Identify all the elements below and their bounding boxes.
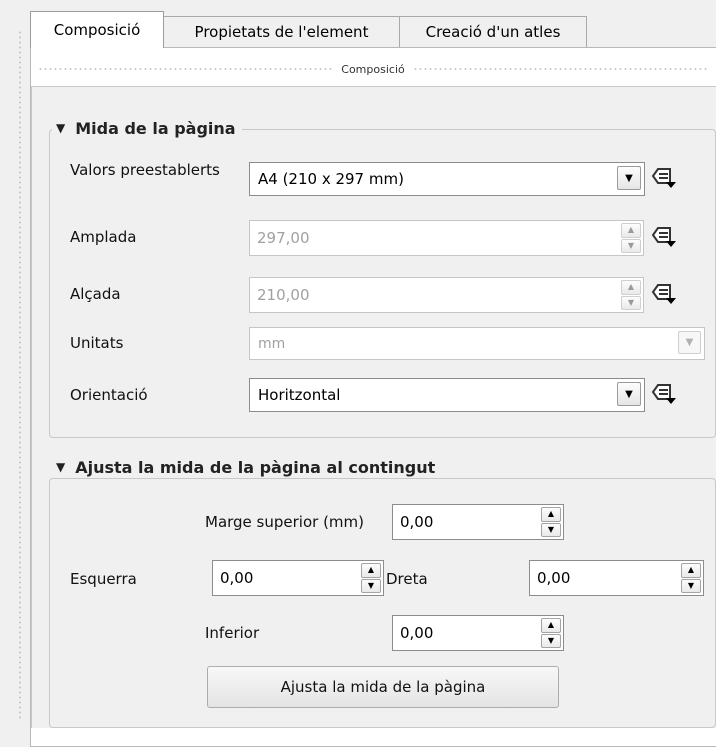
presets-value: A4 (210 x 297 mm) bbox=[258, 170, 404, 188]
panel-title: Composició bbox=[341, 62, 405, 76]
page-size-group-title: Mida de la pàgina bbox=[75, 118, 236, 138]
arrow-up-icon[interactable]: ▲ bbox=[621, 223, 641, 238]
panel-header: Composició bbox=[30, 60, 716, 78]
chevron-down-icon[interactable]: ▼ bbox=[617, 166, 641, 190]
units-label: Unitats bbox=[70, 334, 124, 352]
units-combo[interactable]: mm ▼ bbox=[249, 327, 705, 360]
triangle-down-icon: ▼ bbox=[56, 460, 66, 474]
tab-item-properties-label: Propietats de l'element bbox=[194, 23, 369, 41]
height-value: 210,00 bbox=[257, 286, 310, 304]
left-margin-value: 0,00 bbox=[220, 569, 254, 587]
data-defined-override-icon[interactable] bbox=[650, 165, 678, 191]
bottom-margin-label: Inferior bbox=[205, 624, 260, 642]
dock-grip[interactable] bbox=[17, 30, 23, 720]
right-margin-label: Dreta bbox=[386, 570, 428, 588]
arrow-up-icon[interactable]: ▲ bbox=[541, 618, 561, 633]
units-value: mm bbox=[258, 335, 286, 352]
top-margin-value: 0,00 bbox=[400, 513, 434, 531]
fit-page-group-title: Ajusta la mida de la pàgina al contingut bbox=[75, 457, 436, 477]
fit-page-button[interactable]: Ajusta la mida de la pàgina bbox=[207, 666, 559, 708]
arrow-up-icon[interactable]: ▲ bbox=[681, 563, 701, 578]
arrow-down-icon[interactable]: ▼ bbox=[681, 578, 701, 593]
orientation-value: Horitzontal bbox=[258, 386, 341, 404]
arrow-up-icon[interactable]: ▲ bbox=[621, 280, 641, 295]
data-defined-override-icon[interactable] bbox=[650, 281, 678, 307]
tab-atlas-generation-label: Creació d'un atles bbox=[425, 23, 561, 41]
width-spinbox[interactable]: 297,00 ▲ ▼ bbox=[249, 220, 644, 256]
orientation-label: Orientació bbox=[70, 386, 148, 404]
right-margin-value: 0,00 bbox=[537, 569, 571, 587]
chevron-down-icon[interactable]: ▼ bbox=[617, 382, 641, 406]
data-defined-override-icon[interactable] bbox=[650, 224, 678, 250]
chevron-down-icon[interactable]: ▼ bbox=[678, 331, 701, 354]
fit-page-button-label: Ajusta la mida de la pàgina bbox=[280, 678, 486, 696]
arrow-down-icon[interactable]: ▼ bbox=[621, 238, 641, 253]
arrow-up-icon[interactable]: ▲ bbox=[361, 563, 381, 578]
tab-atlas-generation[interactable]: Creació d'un atles bbox=[399, 16, 587, 47]
bottom-margin-spinbox[interactable]: 0,00 ▲ ▼ bbox=[392, 615, 564, 651]
width-value: 297,00 bbox=[257, 229, 310, 247]
tab-composition-label: Composició bbox=[53, 21, 141, 39]
width-label: Amplada bbox=[70, 228, 137, 246]
presets-combo[interactable]: A4 (210 x 297 mm) ▼ bbox=[249, 162, 645, 196]
arrow-up-icon[interactable]: ▲ bbox=[541, 507, 561, 522]
top-margin-spinbox[interactable]: 0,00 ▲ ▼ bbox=[392, 504, 564, 540]
arrow-down-icon[interactable]: ▼ bbox=[541, 633, 561, 648]
arrow-down-icon[interactable]: ▼ bbox=[361, 578, 381, 593]
presets-label: Valors preestablerts bbox=[70, 161, 220, 179]
arrow-down-icon[interactable]: ▼ bbox=[541, 522, 561, 537]
left-margin-spinbox[interactable]: 0,00 ▲ ▼ bbox=[212, 560, 384, 596]
tab-composition[interactable]: Composició bbox=[30, 11, 164, 48]
arrow-down-icon[interactable]: ▼ bbox=[621, 295, 641, 310]
left-margin-label: Esquerra bbox=[70, 570, 137, 588]
orientation-combo[interactable]: Horitzontal ▼ bbox=[249, 378, 645, 412]
fit-page-group-header[interactable]: ▼ Ajusta la mida de la pàgina al conting… bbox=[52, 456, 442, 478]
data-defined-override-icon[interactable] bbox=[650, 381, 678, 407]
height-spinbox[interactable]: 210,00 ▲ ▼ bbox=[249, 277, 644, 313]
triangle-down-icon: ▼ bbox=[56, 121, 66, 135]
height-label: Alçada bbox=[70, 285, 121, 303]
page-size-group-header[interactable]: ▼ Mida de la pàgina bbox=[52, 117, 242, 139]
bottom-margin-value: 0,00 bbox=[400, 624, 434, 642]
right-margin-spinbox[interactable]: 0,00 ▲ ▼ bbox=[529, 560, 704, 596]
top-margin-label: Marge superior (mm) bbox=[205, 513, 365, 531]
tab-item-properties[interactable]: Propietats de l'element bbox=[163, 16, 400, 47]
